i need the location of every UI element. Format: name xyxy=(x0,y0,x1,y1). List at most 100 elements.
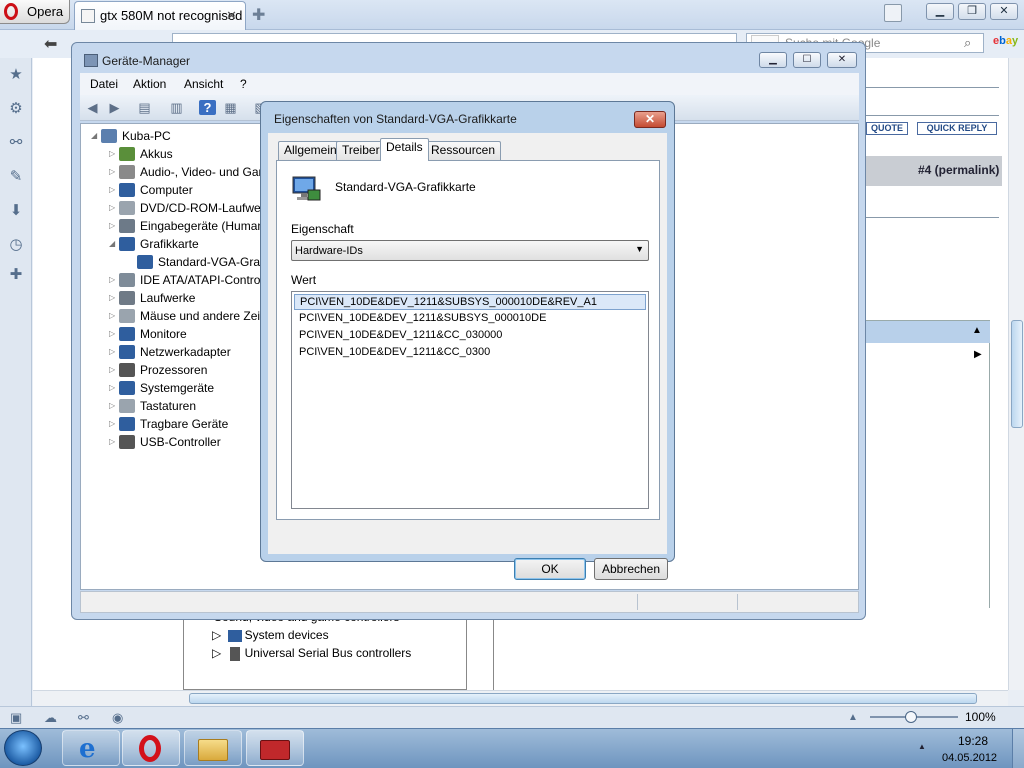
clock-date[interactable]: 04.05.2012 xyxy=(942,752,997,764)
vertical-scrollbar[interactable] xyxy=(1008,58,1024,690)
tree-view-icon[interactable]: ▤ xyxy=(136,100,153,115)
cloud-icon[interactable]: ☁ xyxy=(44,710,57,726)
tree-node[interactable]: ▷ Tragbare Geräte xyxy=(109,415,228,433)
menu-file[interactable]: Datei xyxy=(90,77,118,91)
browser-tab[interactable]: gtx 580M not recognised ✕ xyxy=(74,1,246,30)
settings-gear-icon[interactable]: ⚙ xyxy=(7,100,25,118)
tree-node[interactable]: ▷ DVD/CD-ROM-Laufwerke xyxy=(109,199,277,217)
maximize-button[interactable]: ☐ xyxy=(793,52,821,68)
search-icon[interactable]: ⌕ xyxy=(964,35,971,51)
close-button[interactable]: ✕ xyxy=(634,111,666,128)
expand-icon[interactable]: ▷ xyxy=(109,217,119,235)
taskbar-opera[interactable] xyxy=(122,730,180,766)
trash-icon[interactable] xyxy=(884,4,902,22)
back-icon[interactable]: ◀ xyxy=(84,100,101,115)
quote-button[interactable]: QUOTE xyxy=(866,122,908,135)
menu-action[interactable]: Aktion xyxy=(133,77,166,91)
expand-icon[interactable]: ▷ xyxy=(109,199,119,217)
expand-icon[interactable]: ▷ xyxy=(109,181,119,199)
taskbar-internet-explorer[interactable]: e xyxy=(62,730,120,766)
value-list[interactable]: PCI\VEN_10DE&DEV_1211&SUBSYS_000010DE&RE… xyxy=(291,291,649,509)
notes-icon[interactable]: ✎ xyxy=(7,168,25,186)
scrollbar-thumb[interactable] xyxy=(1011,320,1023,428)
add-panel-icon[interactable]: ✚ xyxy=(7,266,25,284)
collapse-icon[interactable]: ◢ xyxy=(109,235,119,253)
tree-node[interactable]: ▷ Netzwerkadapter xyxy=(109,343,231,361)
quick-reply-button[interactable]: QUICK REPLY xyxy=(917,122,997,135)
clock-time[interactable]: 19:28 xyxy=(958,734,988,748)
expand-icon[interactable]: ▷ xyxy=(109,289,119,307)
property-dropdown[interactable]: Hardware-IDs ▼ xyxy=(291,240,649,261)
divider xyxy=(866,217,999,218)
expand-icon[interactable]: ▷ xyxy=(109,307,119,325)
tree-node[interactable]: ▷ Monitore xyxy=(109,325,187,343)
view-icon[interactable]: ▦ xyxy=(222,100,239,115)
scrollbar-thumb[interactable] xyxy=(189,693,977,704)
browser-minimize-button[interactable]: ▁ xyxy=(926,3,954,20)
expand-icon[interactable]: ▷ xyxy=(109,145,119,163)
horizontal-scrollbar[interactable] xyxy=(33,690,1008,706)
cancel-button[interactable]: Abbrechen xyxy=(594,558,668,580)
forward-icon[interactable]: ▶ xyxy=(106,100,123,115)
tree-node[interactable]: ▷ Prozessoren xyxy=(109,361,207,379)
bookmarks-star-icon[interactable]: ★ xyxy=(7,66,25,84)
ebay-icon[interactable]: ebay xyxy=(993,35,1018,47)
zoom-slider-knob[interactable] xyxy=(905,711,917,723)
tab-close-icon[interactable]: ✕ xyxy=(226,8,237,24)
close-button[interactable]: ✕ xyxy=(827,52,857,68)
tree-node[interactable]: ▷ Laufwerke xyxy=(109,289,195,307)
expand-icon[interactable]: ▷ xyxy=(109,361,119,379)
history-clock-icon[interactable]: ◷ xyxy=(7,236,25,254)
tree-node[interactable]: ▷ Akkus xyxy=(109,145,173,163)
menu-help[interactable]: ? xyxy=(240,77,247,91)
tree-root[interactable]: ◢ Kuba-PC xyxy=(91,127,171,145)
expand-icon[interactable]: ▷ xyxy=(109,397,119,415)
unite-icon[interactable]: ⚯ xyxy=(78,710,89,726)
opera-menu-button[interactable]: Opera xyxy=(0,0,70,24)
tab-ressourcen[interactable]: Ressourcen xyxy=(425,141,502,160)
view-icon[interactable]: ▲ xyxy=(848,712,858,723)
tray-expand-icon[interactable]: ▲ xyxy=(918,742,926,751)
tree-node[interactable]: ▷ IDE ATA/ATAPI-Controller xyxy=(109,271,276,289)
browser-restore-button[interactable]: ❐ xyxy=(958,3,986,20)
show-desktop-button[interactable] xyxy=(1012,729,1024,768)
expand-icon[interactable]: ▷ xyxy=(109,433,119,451)
chevron-down-icon[interactable]: ▼ xyxy=(635,244,644,254)
new-tab-icon[interactable]: ✚ xyxy=(252,5,265,25)
tree-node[interactable]: ▷ USB-Controller xyxy=(109,433,221,451)
value-item[interactable]: PCI\VEN_10DE&DEV_1211&SUBSYS_000010DE&RE… xyxy=(294,294,646,310)
downloads-icon[interactable]: ⬇ xyxy=(7,202,25,220)
value-item[interactable]: PCI\VEN_10DE&DEV_1211&CC_0300 xyxy=(294,345,646,361)
collapse-icon[interactable]: ◢ xyxy=(91,127,101,145)
help-icon[interactable]: ? xyxy=(199,100,216,115)
tree-node[interactable]: ◢ Grafikkarte xyxy=(109,235,199,253)
unite-icon[interactable]: ⚯ xyxy=(7,134,25,152)
turbo-icon[interactable]: ◉ xyxy=(112,710,123,726)
taskbar-device-manager[interactable] xyxy=(246,730,304,766)
tree-node[interactable]: ▷ Tastaturen xyxy=(109,397,196,415)
ok-button[interactable]: OK xyxy=(514,558,586,580)
tab-allgemein[interactable]: Allgemein xyxy=(278,141,343,160)
value-item[interactable]: PCI\VEN_10DE&DEV_1211&CC_030000 xyxy=(294,328,646,344)
tree-node[interactable]: ▷ Systemgeräte xyxy=(109,379,214,397)
browser-close-button[interactable]: ✕ xyxy=(990,3,1018,20)
expand-icon[interactable]: ▷ xyxy=(109,379,119,397)
expand-icon[interactable]: ▷ xyxy=(109,163,119,181)
expand-icon[interactable]: ▷ xyxy=(109,343,119,361)
tree-node[interactable]: ▷ Computer xyxy=(109,181,193,199)
network-adapter-icon xyxy=(119,345,135,359)
taskbar-explorer[interactable] xyxy=(184,730,242,766)
panel-toggle-icon[interactable]: ▣ xyxy=(10,710,22,726)
menu-view[interactable]: Ansicht xyxy=(184,77,223,91)
tab-details[interactable]: Details xyxy=(380,138,429,161)
properties-icon[interactable]: ▥ xyxy=(168,100,185,115)
post-permalink[interactable]: #4 (permalink) xyxy=(918,163,999,177)
expand-icon[interactable]: ▷ xyxy=(109,325,119,343)
value-item[interactable]: PCI\VEN_10DE&DEV_1211&SUBSYS_000010DE xyxy=(294,311,646,327)
tab-treiber[interactable]: Treiber xyxy=(336,141,386,160)
minimize-button[interactable]: ▁ xyxy=(759,52,787,68)
expand-icon[interactable]: ▷ xyxy=(109,271,119,289)
expand-icon[interactable]: ▷ xyxy=(109,415,119,433)
start-button[interactable] xyxy=(4,730,42,766)
back-arrow-icon[interactable]: ⬅ xyxy=(44,34,57,54)
